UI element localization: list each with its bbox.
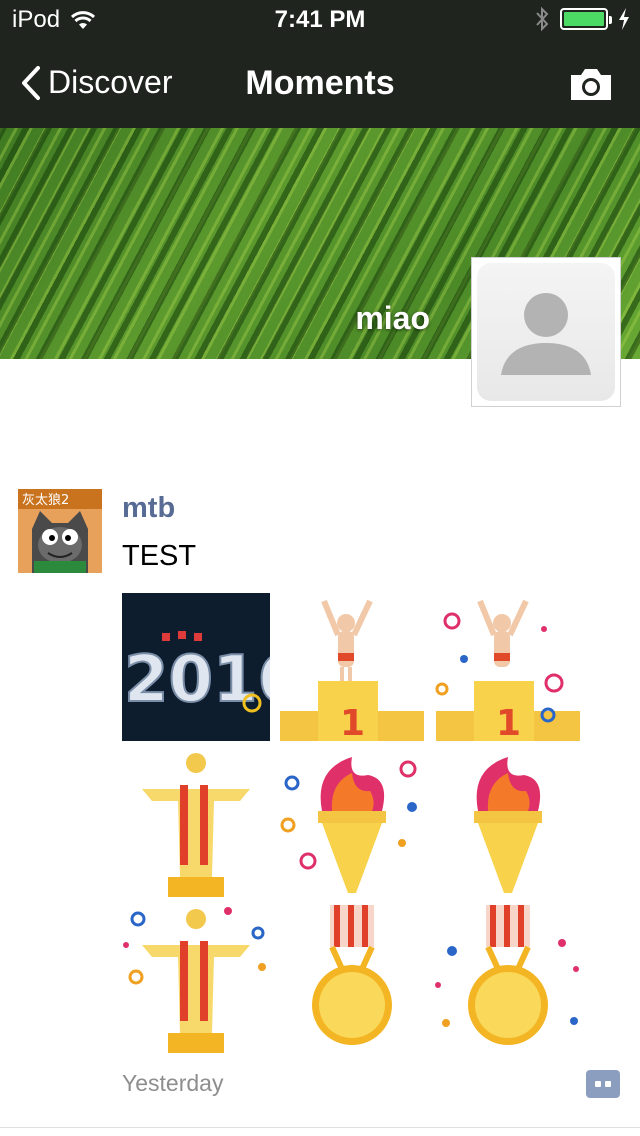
chevron-left-icon	[22, 65, 40, 100]
battery-icon	[560, 8, 612, 30]
post-timestamp: Yesterday	[122, 1070, 224, 1096]
cover-username: miao	[355, 300, 430, 336]
svg-text:1: 1	[340, 703, 365, 741]
post-image-medal[interactable]	[278, 905, 426, 1053]
wolf-avatar-icon: 灰太狼2	[18, 489, 102, 573]
post-image-medal-confetti[interactable]	[434, 905, 582, 1053]
divider	[0, 1127, 640, 1128]
profile-avatar[interactable]	[471, 257, 621, 407]
image-grid: 2016 1 1	[122, 593, 582, 1053]
post-avatar[interactable]: 灰太狼2	[18, 489, 102, 573]
post-image-podium[interactable]: 1	[278, 593, 426, 741]
battery-fill	[564, 12, 604, 26]
nav-bar: Discover Moments	[0, 40, 640, 128]
post-text: TEST	[122, 540, 197, 572]
back-label: Discover	[48, 64, 173, 100]
bluetooth-icon	[536, 6, 549, 32]
status-right	[534, 6, 630, 32]
post-image-podium-confetti[interactable]: 1	[434, 593, 582, 741]
post-image-torch-confetti[interactable]	[278, 749, 426, 897]
avatar-caption: 灰太狼2	[22, 493, 69, 508]
svg-text:2016: 2016	[124, 643, 270, 717]
post-image-christ-statue-confetti[interactable]	[122, 905, 270, 1053]
person-icon	[501, 293, 591, 375]
charging-icon	[619, 8, 629, 30]
post-image-christ-statue[interactable]	[122, 749, 270, 897]
post-image-torch[interactable]	[434, 749, 582, 897]
camera-icon[interactable]	[568, 66, 614, 102]
post-username[interactable]: mtb	[122, 492, 175, 525]
comment-button[interactable]	[586, 1070, 620, 1098]
back-button[interactable]: Discover	[20, 64, 172, 101]
post-image-2016-banner[interactable]: 2016	[122, 593, 270, 741]
svg-text:1: 1	[496, 703, 521, 741]
status-bar: iPod 7:41 PM	[0, 0, 640, 40]
